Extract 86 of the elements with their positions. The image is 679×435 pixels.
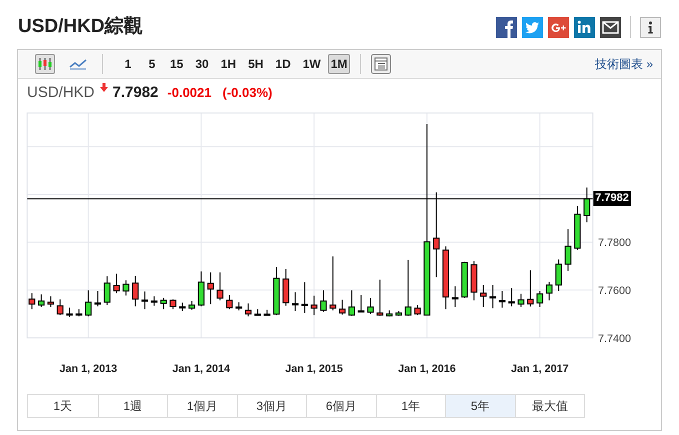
y-axis-label: 7.7800 xyxy=(598,237,632,250)
candlestick xyxy=(94,290,102,307)
candlestick xyxy=(150,296,158,306)
candlestick-chart-button[interactable] xyxy=(35,54,55,74)
y-axis-label: 7.7400 xyxy=(598,332,632,345)
candlestick xyxy=(339,299,346,316)
candlestick xyxy=(348,290,355,316)
percent-change: (-0.03%) xyxy=(222,84,272,102)
price-change: -0.0021 xyxy=(167,84,212,102)
candlestick xyxy=(320,290,327,312)
candlestick xyxy=(498,290,506,308)
candlestick xyxy=(132,275,139,307)
candlestick xyxy=(236,302,242,311)
candlestick xyxy=(216,272,224,301)
candlestick xyxy=(207,272,214,305)
candlestick xyxy=(367,298,374,314)
candlestick xyxy=(76,308,82,317)
interval-button[interactable]: 1H xyxy=(216,54,242,74)
candlestick xyxy=(555,258,562,292)
candlestick xyxy=(358,294,364,312)
candlestick xyxy=(179,302,186,312)
candlestick xyxy=(170,298,176,310)
candlestick xyxy=(244,302,252,317)
price-value: 7.7982 xyxy=(112,82,158,103)
candlestick xyxy=(480,284,487,308)
interval-button[interactable]: 1W xyxy=(298,54,326,74)
table-icon[interactable] xyxy=(371,54,392,74)
candlestick xyxy=(376,279,384,316)
candlestick xyxy=(489,284,496,309)
candlestick xyxy=(527,270,534,307)
candlestick xyxy=(282,268,290,306)
candlestick xyxy=(198,270,204,307)
candlestick xyxy=(330,256,336,311)
candlestick xyxy=(442,246,450,310)
technical-chart-link[interactable]: 技術圖表 » xyxy=(594,55,653,73)
candlestick xyxy=(113,273,120,294)
candlestick xyxy=(395,310,402,316)
bird-icon[interactable] xyxy=(522,16,543,38)
candlestick xyxy=(564,228,572,272)
candlestick xyxy=(536,290,544,308)
candlestick xyxy=(47,296,54,308)
interval-button[interactable]: 30 xyxy=(190,54,214,74)
candlestick xyxy=(66,307,73,318)
candlestick xyxy=(28,292,36,310)
candlestick xyxy=(122,280,130,296)
candlestick xyxy=(273,266,280,316)
candlestick xyxy=(141,290,148,310)
candlestick xyxy=(254,308,261,316)
candlestick xyxy=(584,187,590,223)
candlestick xyxy=(404,259,412,316)
interval-button[interactable]: 1 xyxy=(117,54,139,74)
candlestick xyxy=(508,288,515,307)
interval-button[interactable]: 5 xyxy=(141,54,163,74)
candlestick xyxy=(226,294,233,310)
candlestick xyxy=(310,295,318,316)
interval-button[interactable]: 5H xyxy=(243,54,268,74)
candlestick xyxy=(38,294,45,308)
candlestick xyxy=(546,281,553,301)
info-icon[interactable] xyxy=(640,16,661,38)
candlestick xyxy=(452,286,458,308)
candlestick xyxy=(85,290,92,317)
linkedin-icon[interactable] xyxy=(574,16,595,38)
candlestick xyxy=(574,205,581,250)
candlestick xyxy=(160,297,167,310)
facebook-icon[interactable] xyxy=(496,16,517,38)
candlestick xyxy=(301,282,308,314)
candlestick xyxy=(56,298,64,316)
y-axis-label: 7.7600 xyxy=(598,285,632,298)
envelope-icon[interactable] xyxy=(600,16,621,38)
symbol-label: USD/HKD xyxy=(27,82,95,103)
interval-button[interactable]: 15 xyxy=(165,54,188,74)
candlestick xyxy=(292,292,299,312)
candlestick xyxy=(518,293,524,308)
candlestick xyxy=(386,310,393,317)
google-plus-icon[interactable] xyxy=(548,16,569,38)
price-tag: 7.7982 xyxy=(593,191,631,206)
candlestick xyxy=(264,309,270,316)
candlestick xyxy=(188,300,196,310)
page-title: USD/HKD綜觀 xyxy=(18,14,143,39)
candlestick xyxy=(104,276,110,306)
interval-button[interactable]: 1M xyxy=(328,54,350,74)
candlestick xyxy=(461,261,468,298)
interval-button[interactable]: 1D xyxy=(270,54,296,74)
candlestick xyxy=(414,304,421,316)
candlestick xyxy=(470,260,478,301)
range-tab[interactable]: 5年 xyxy=(445,395,514,417)
